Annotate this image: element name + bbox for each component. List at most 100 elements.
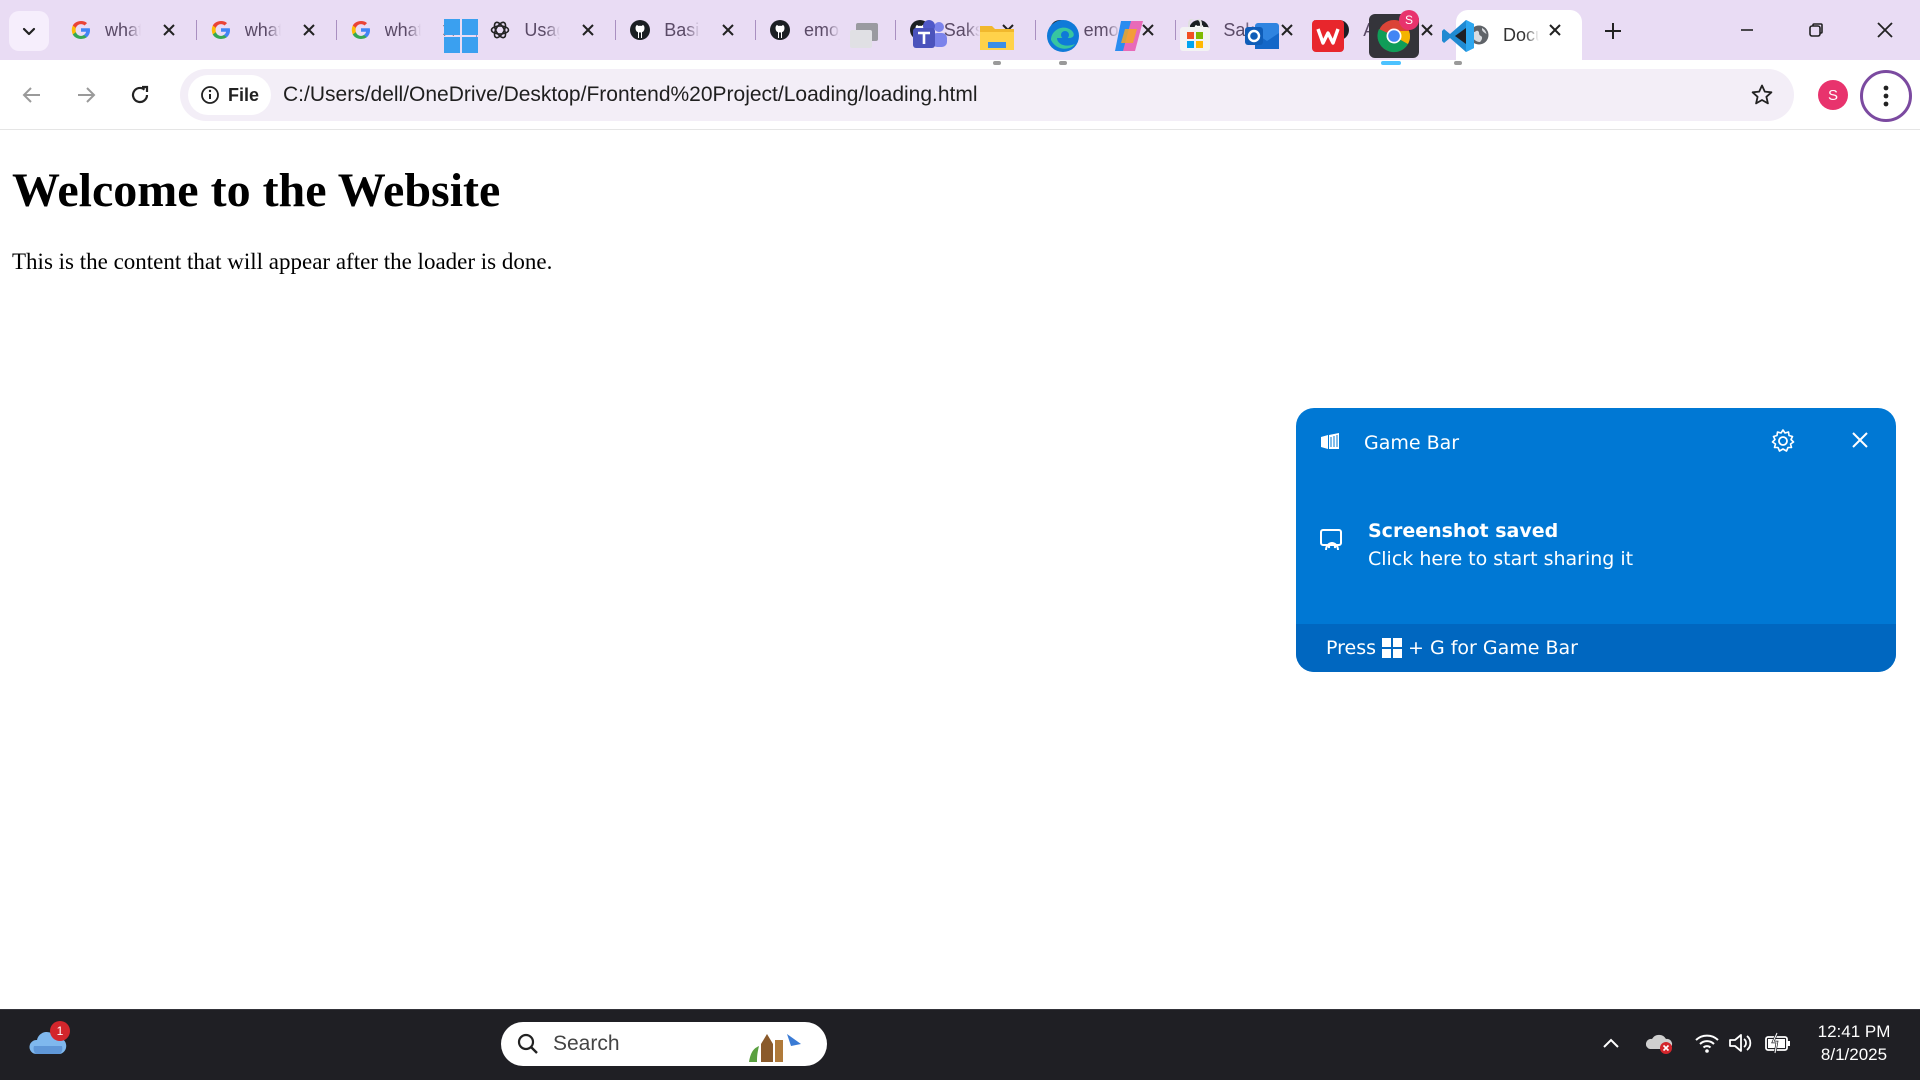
weather-badge: 1 [50, 1021, 70, 1041]
game-bar-icon [1321, 433, 1339, 449]
close-tab-icon[interactable] [577, 19, 599, 41]
site-info-chip[interactable]: File [188, 75, 272, 115]
close-tab-icon[interactable] [717, 19, 739, 41]
taskbar [0, 1009, 1920, 1080]
wps-office-app[interactable] [1306, 14, 1350, 58]
gear-icon[interactable] [1770, 428, 1796, 454]
restore-icon [1809, 23, 1823, 37]
edge-icon [1047, 20, 1079, 52]
teams-icon [913, 20, 947, 48]
minimize-button[interactable] [1724, 12, 1770, 48]
close-tab-icon[interactable] [298, 19, 320, 41]
close-icon [1877, 22, 1893, 38]
vscode-app[interactable] [1436, 14, 1480, 65]
outlook-app[interactable] [1240, 14, 1284, 58]
folder-icon [980, 26, 1014, 50]
browser-tab[interactable]: Usage [477, 10, 617, 50]
screenshot-icon [1320, 529, 1342, 551]
chrome-profile-badge: S [1399, 10, 1419, 30]
url-text[interactable]: C:/Users/dell/OneDrive/Desktop/Frontend%… [283, 83, 978, 107]
wifi-tray[interactable] [1693, 1029, 1721, 1057]
taskbar-search[interactable]: Search [501, 1022, 827, 1066]
teams-app[interactable] [908, 14, 952, 58]
google-icon [210, 19, 232, 41]
reload-button[interactable] [122, 77, 158, 113]
toast-footer: Press + G for Game Bar [1296, 624, 1896, 672]
forward-button[interactable] [68, 77, 104, 113]
search-icon [517, 1033, 538, 1054]
profile-avatar[interactable]: S [1818, 80, 1848, 110]
browser-tab[interactable]: what is [58, 10, 197, 50]
tab-title: Usage [524, 19, 560, 40]
outlook-icon [1245, 23, 1279, 49]
speaker-icon [1729, 1034, 1752, 1052]
close-tab-icon[interactable] [1416, 19, 1438, 41]
tab-title: emoji [804, 19, 840, 40]
show-hidden-icons-button[interactable] [1597, 1029, 1625, 1057]
vscode-icon [1442, 20, 1474, 52]
github-icon [629, 19, 651, 41]
close-tab-icon[interactable] [1544, 19, 1566, 41]
google-icon [350, 19, 372, 41]
edge-app[interactable] [1041, 14, 1085, 65]
toast-footer-suffix: + G for Game Bar [1408, 637, 1578, 659]
system-clock[interactable]: 12:41 PM 8/1/2025 [1800, 1020, 1908, 1066]
toast-footer-prefix: Press [1326, 637, 1377, 659]
search-placeholder: Search [553, 1032, 620, 1055]
address-bar[interactable]: File C:/Users/dell/OneDrive/Desktop/Fron… [180, 69, 1794, 121]
tab-title: what is [384, 19, 421, 40]
minimize-icon [1741, 29, 1753, 31]
bookmark-star-icon[interactable] [1750, 83, 1774, 107]
search-highlight-icon [749, 1034, 801, 1062]
wifi-icon [1695, 1034, 1719, 1053]
new-tab-button[interactable] [1598, 16, 1628, 46]
reload-icon [131, 85, 149, 104]
battery-tray[interactable] [1764, 1029, 1792, 1057]
tab-title: Basic [664, 19, 700, 40]
close-icon[interactable] [1848, 428, 1872, 452]
browser-tab[interactable]: what is [198, 10, 337, 50]
battery-charging-icon [1765, 1032, 1790, 1054]
start-button[interactable] [439, 14, 483, 58]
tab-search-button[interactable] [9, 11, 49, 51]
more-vertical-icon [1883, 85, 1889, 107]
chrome-app[interactable]: S [1369, 10, 1419, 65]
volume-tray[interactable] [1727, 1029, 1755, 1057]
tab-title: what is [244, 19, 281, 40]
back-button[interactable] [14, 77, 50, 113]
info-icon [201, 86, 219, 104]
task-view-icon [850, 23, 878, 48]
tab-title: Document [1503, 24, 1539, 45]
page-heading: Welcome to the Website [12, 164, 501, 217]
toast-app-name: Game Bar [1364, 432, 1460, 454]
clock-time: 12:41 PM [1817, 1022, 1891, 1041]
plus-icon [1605, 23, 1621, 39]
restore-button[interactable] [1793, 12, 1839, 48]
windows-key-icon [1382, 638, 1403, 658]
toast-headline: Screenshot saved [1368, 520, 1559, 542]
game-bar-notification[interactable]: Game Bar Screenshot saved Click here to … [1296, 408, 1896, 672]
file-explorer-app[interactable] [975, 14, 1019, 65]
windows-start-icon [444, 19, 478, 53]
microsoft-store-app[interactable] [1173, 14, 1217, 58]
wps-icon [1312, 20, 1344, 52]
arrow-right-icon [78, 87, 96, 103]
onedrive-tray[interactable] [1646, 1029, 1674, 1057]
close-window-button[interactable] [1862, 12, 1908, 48]
copilot-app[interactable] [1107, 14, 1151, 58]
browser-tab[interactable]: Basic [617, 10, 757, 50]
store-icon [1180, 19, 1210, 51]
google-icon [70, 19, 92, 41]
close-tab-icon[interactable] [158, 19, 180, 41]
browser-menu-button[interactable] [1860, 70, 1912, 122]
tab-strip: what iswhat iswhat isUsageBasicemojiSaks… [0, 0, 1920, 60]
toast-subline: Click here to start sharing it [1368, 548, 1634, 570]
openai-icon [489, 19, 511, 41]
site-chip-label: File [228, 84, 260, 105]
page-paragraph: This is the content that will appear aft… [12, 249, 553, 274]
clock-date: 8/1/2025 [1820, 1045, 1888, 1064]
task-view-button[interactable] [842, 14, 886, 58]
onedrive-error-icon [1646, 1034, 1673, 1054]
chevron-up-icon [1603, 1038, 1619, 1048]
arrow-left-icon [22, 87, 40, 103]
